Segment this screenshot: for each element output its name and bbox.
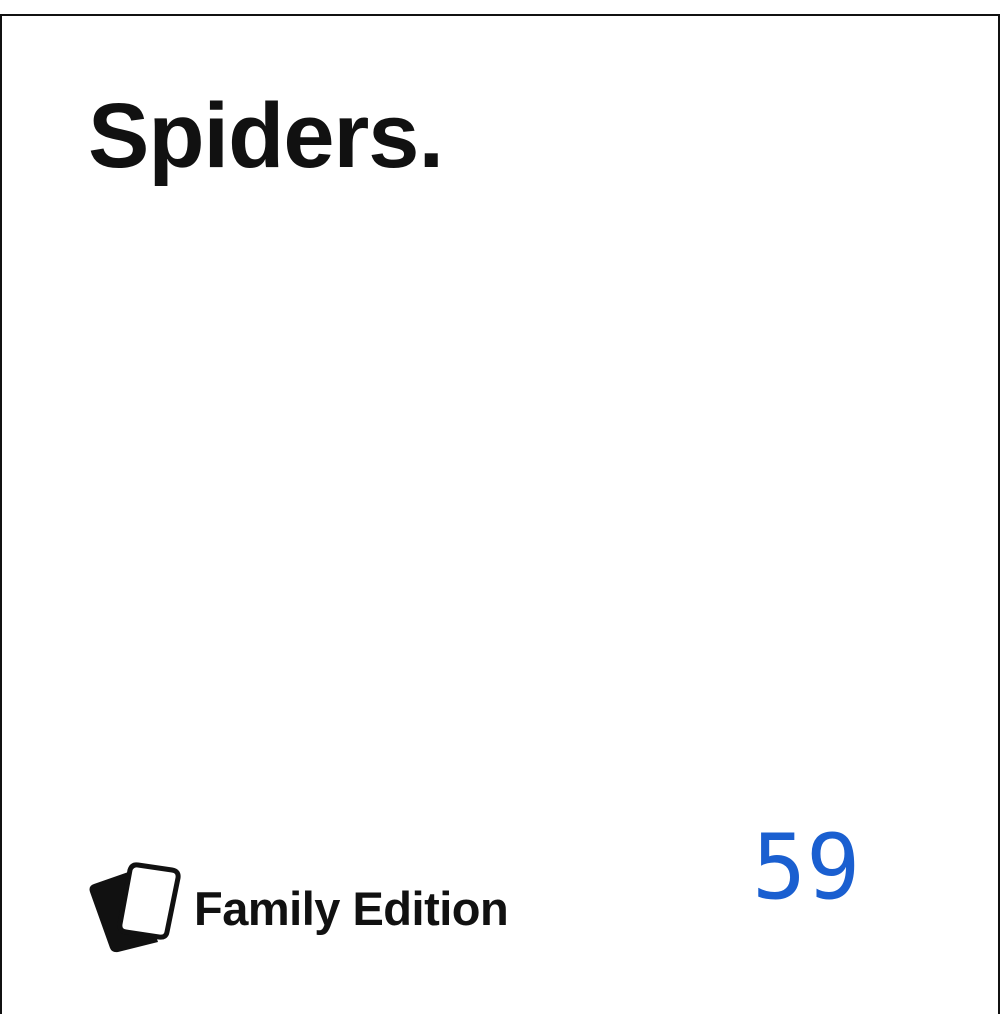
card-prompt: Spiders.	[88, 85, 444, 187]
game-card: Spiders. Family Edition 59	[0, 0, 1000, 1014]
card-number: 59	[752, 815, 861, 920]
brand-lockup: Family Edition	[88, 862, 509, 954]
cards-stack-icon	[89, 862, 181, 953]
brand-name: Family Edition	[194, 881, 509, 935]
